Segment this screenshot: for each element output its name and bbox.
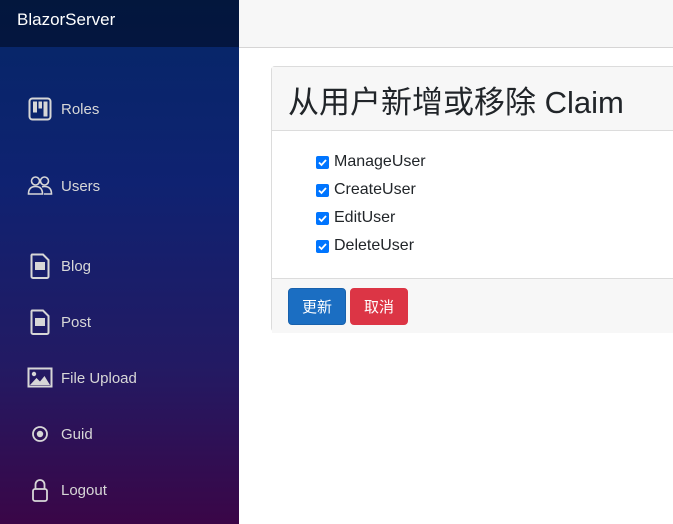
claim-checkbox-row[interactable]: DeleteUser — [316, 236, 414, 256]
document-icon — [27, 309, 53, 335]
claim-label: CreateUser — [334, 181, 416, 198]
claim-label: EditUser — [334, 209, 396, 226]
radio-icon — [27, 421, 53, 447]
page-title: 从用户新增或移除 Claim — [288, 85, 624, 120]
nav-item-label: Blog — [61, 257, 92, 275]
navbar-brand-bar: BlazorServer — [0, 0, 239, 47]
roles-icon — [27, 96, 53, 122]
document-icon — [27, 253, 53, 279]
brand-link[interactable]: BlazorServer — [17, 10, 115, 30]
sidebar: BlazorServer Roles Users Blog Post File … — [0, 0, 239, 524]
claims-card: 从用户新增或移除 Claim ManageUser CreateUser Edi… — [271, 66, 673, 333]
lock-icon — [27, 477, 53, 503]
claim-checkbox-row[interactable]: CreateUser — [316, 180, 416, 200]
nav-item-logout[interactable]: Logout — [27, 475, 227, 505]
nav-item-label: Roles — [61, 100, 100, 118]
nav-item-label: File Upload — [61, 369, 137, 387]
claim-checkbox-row[interactable]: ManageUser — [316, 152, 426, 172]
nav-item-label: Users — [61, 177, 101, 195]
nav-item-label: Logout — [61, 481, 107, 499]
claim-label: DeleteUser — [334, 237, 415, 254]
top-row — [239, 0, 673, 48]
nav-item-blog[interactable]: Blog — [27, 251, 227, 281]
card-footer: 更新 取消 — [272, 278, 673, 333]
checkbox-checked-icon[interactable] — [316, 155, 329, 169]
update-button[interactable]: 更新 — [288, 288, 346, 325]
nav-item-roles[interactable]: Roles — [27, 94, 227, 124]
nav-item-post[interactable]: Post — [27, 307, 227, 337]
card-header: 从用户新增或移除 Claim — [272, 67, 673, 131]
checkbox-checked-icon[interactable] — [316, 183, 329, 197]
cancel-button[interactable]: 取消 — [350, 288, 408, 325]
claim-label: ManageUser — [334, 153, 426, 170]
nav-item-label: Guid — [61, 425, 93, 443]
nav-item-file-upload[interactable]: File Upload — [27, 363, 227, 393]
users-icon — [27, 173, 53, 199]
nav-item-users[interactable]: Users — [27, 171, 227, 201]
nav-item-guid[interactable]: Guid — [27, 419, 227, 449]
image-icon — [27, 365, 53, 391]
checkbox-checked-icon[interactable] — [316, 239, 329, 253]
nav-item-label: Post — [61, 313, 92, 331]
claim-checkbox-row[interactable]: EditUser — [316, 208, 395, 228]
checkbox-checked-icon[interactable] — [316, 211, 329, 225]
